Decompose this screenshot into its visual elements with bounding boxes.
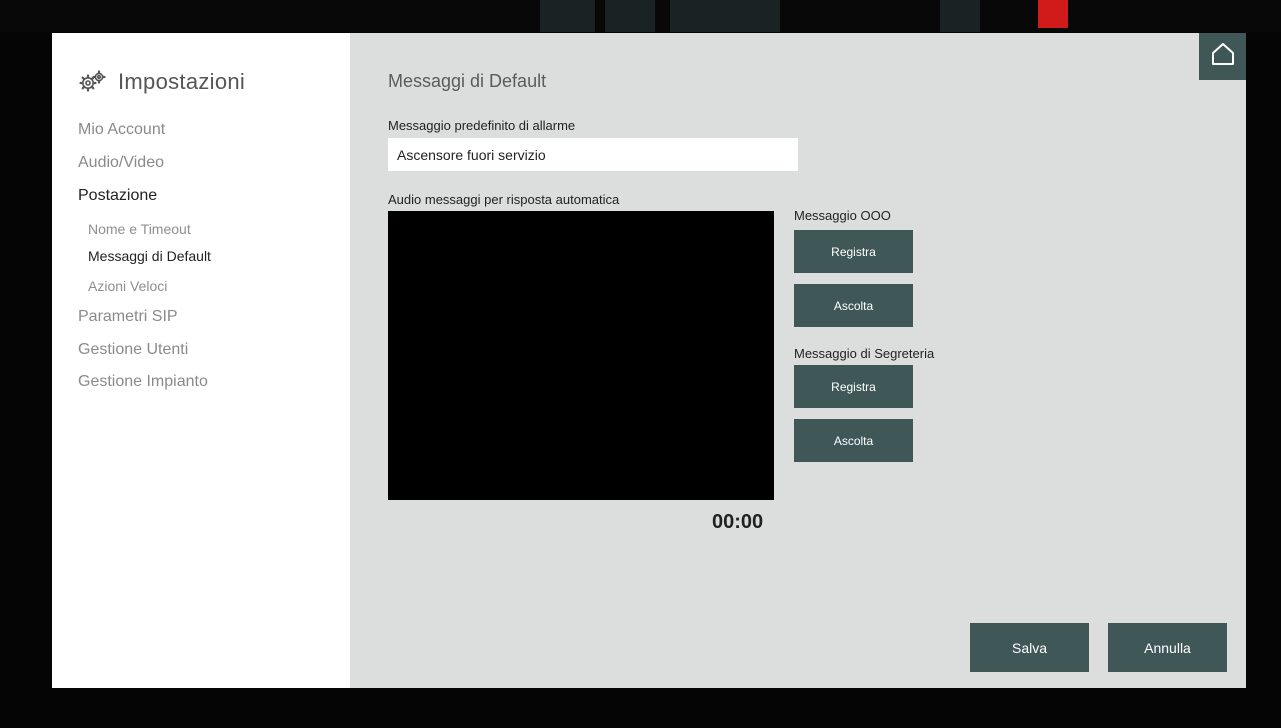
ooo-listen-button[interactable]: Ascolta [794, 284, 913, 327]
audio-preview-panel [388, 211, 774, 500]
ooo-record-button[interactable]: Registra [794, 230, 913, 273]
ooo-message-label: Messaggio OOO [794, 208, 891, 223]
audio-timer: 00:00 [712, 511, 764, 533]
voicemail-record-button[interactable]: Registra [794, 365, 913, 408]
section-title: Messaggi di Default [388, 71, 547, 91]
cancel-button[interactable]: Annulla [1108, 623, 1227, 672]
background-shape [540, 0, 595, 32]
background-shape [670, 0, 780, 32]
settings-header: Impostazioni [78, 69, 245, 95]
sidebar-item-audio-video[interactable]: Audio/Video [78, 154, 164, 172]
background-shape [605, 0, 655, 32]
sidebar-item-parametri-sip[interactable]: Parametri SIP [78, 308, 178, 326]
sidebar-item-gestione-utenti[interactable]: Gestione Utenti [78, 341, 188, 359]
voicemail-listen-button[interactable]: Ascolta [794, 419, 913, 462]
gears-icon [78, 70, 112, 94]
home-icon [1210, 41, 1236, 72]
settings-title: Impostazioni [118, 69, 246, 94]
alarm-message-label: Messaggio predefinito di allarme [388, 118, 576, 133]
settings-content: Messaggi di Default Messaggio predefinit… [350, 33, 1246, 688]
audio-messages-label: Audio messaggi per risposta automatica [388, 192, 620, 207]
sidebar-subitem-azioni-veloci[interactable]: Azioni Veloci [88, 278, 167, 294]
voicemail-message-label: Messaggio di Segreteria [794, 346, 935, 361]
background-shape [940, 0, 980, 32]
alarm-message-input[interactable] [388, 138, 798, 171]
settings-modal: Impostazioni Mio Account Audio/Video Pos… [52, 33, 1246, 688]
sidebar-subitem-messaggi-di-default[interactable]: Messaggi di Default [88, 248, 211, 264]
settings-sidebar: Impostazioni Mio Account Audio/Video Pos… [52, 33, 350, 688]
save-button[interactable]: Salva [970, 623, 1089, 672]
background-app-header [0, 0, 1281, 32]
alarm-indicator-icon [1038, 0, 1068, 28]
home-button[interactable] [1199, 33, 1246, 80]
sidebar-item-gestione-impianto[interactable]: Gestione Impianto [78, 373, 208, 391]
sidebar-subitem-nome-e-timeout[interactable]: Nome e Timeout [88, 221, 191, 237]
sidebar-item-mio-account[interactable]: Mio Account [78, 121, 165, 139]
sidebar-item-postazione[interactable]: Postazione [78, 187, 157, 205]
